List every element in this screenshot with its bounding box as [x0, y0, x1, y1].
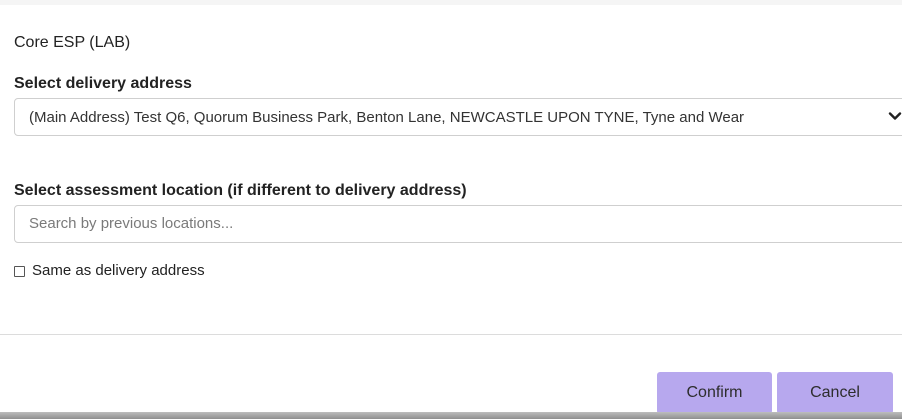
delivery-address-select[interactable]: (Main Address) Test Q6, Quorum Business … — [14, 98, 902, 136]
product-title: Core ESP (LAB) — [14, 34, 131, 51]
dialog-top-edge — [0, 0, 902, 5]
delivery-address-value: (Main Address) Test Q6, Quorum Business … — [29, 109, 745, 126]
chevron-down-icon[interactable] — [887, 108, 902, 124]
cancel-button[interactable]: Cancel — [777, 372, 893, 414]
same-as-delivery-label: Same as delivery address — [32, 262, 205, 279]
assessment-dialog: Core ESP (LAB) Select delivery address (… — [0, 0, 902, 419]
same-as-delivery-checkbox[interactable] — [14, 266, 25, 277]
delivery-address-label: Select delivery address — [14, 75, 192, 92]
confirm-button[interactable]: Confirm — [657, 372, 772, 414]
assessment-location-label: Select assessment location (if different… — [14, 182, 467, 199]
assessment-location-search[interactable] — [14, 205, 902, 243]
assessment-location-input[interactable] — [29, 215, 879, 232]
footer-divider — [0, 334, 902, 335]
dialog-bottom-shadow — [0, 412, 902, 419]
